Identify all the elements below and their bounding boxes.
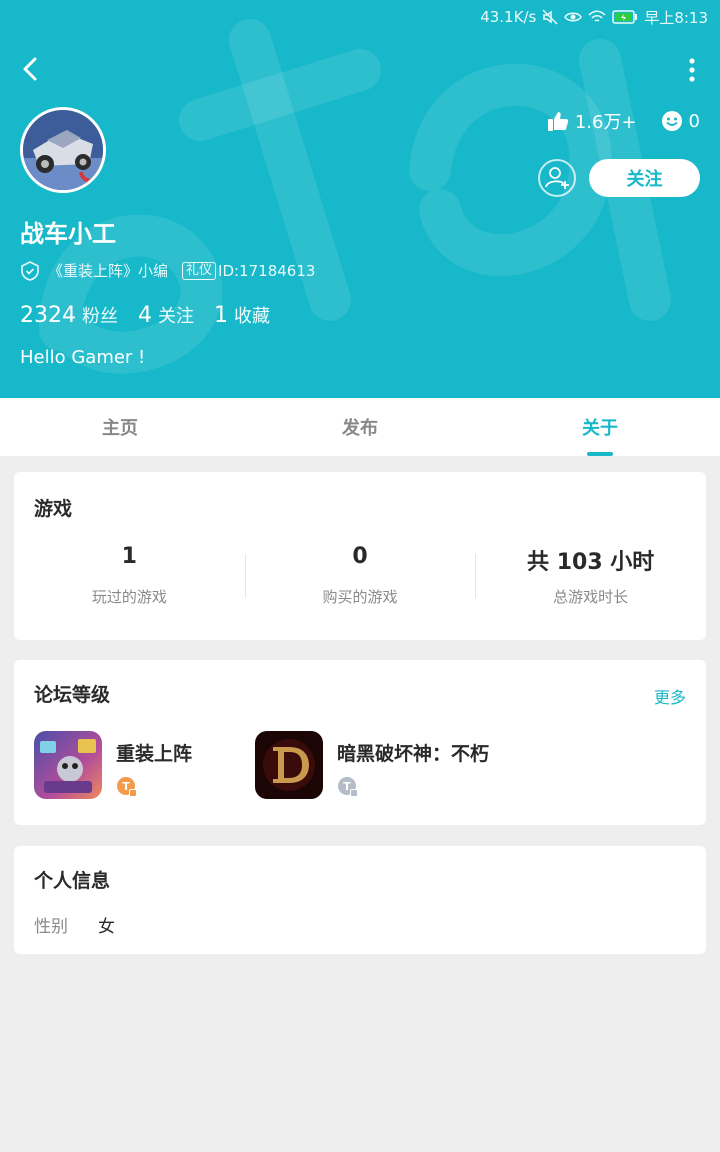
played-games-count: 1 bbox=[121, 544, 137, 569]
forum-item[interactable]: 重装上阵 T bbox=[34, 731, 192, 802]
likes-count: 1.6万+ bbox=[574, 112, 637, 133]
eye-icon bbox=[564, 12, 583, 22]
avatar-vehicle-image bbox=[23, 110, 103, 190]
network-speed: 43.1K/s bbox=[480, 8, 537, 26]
playtime-stat[interactable]: 共 103 小时 总游戏时长 bbox=[475, 544, 706, 607]
thumbs-up-icon bbox=[547, 112, 569, 131]
mute-icon bbox=[542, 9, 558, 25]
forum-game-name: 暗黑破坏神：不朽 bbox=[337, 743, 490, 765]
forum-item[interactable]: 暗黑破坏神：不朽 T bbox=[255, 731, 489, 802]
profile-counts: 2324 粉丝 4 关注 1 收藏 bbox=[20, 302, 290, 328]
clock: 早上8:13 bbox=[644, 8, 708, 27]
fans-count[interactable]: 2324 bbox=[20, 303, 76, 328]
tab-about[interactable]: 关于 bbox=[480, 398, 720, 456]
personal-info-title: 个人信息 bbox=[34, 870, 111, 892]
level-badge-icon: T bbox=[337, 776, 489, 802]
user-id: ID:17184613 bbox=[218, 261, 316, 280]
smiley-icon bbox=[661, 111, 682, 131]
forum-game-name: 重装上阵 bbox=[116, 743, 193, 765]
purchased-games-count: 0 bbox=[352, 544, 368, 569]
games-card: 游戏 1 玩过的游戏 0 购买的游戏 共 103 小时 总游戏时长 bbox=[14, 472, 706, 640]
playtime-label: 总游戏时长 bbox=[553, 588, 629, 606]
add-friend-button[interactable] bbox=[538, 159, 576, 197]
tab-posts[interactable]: 发布 bbox=[240, 398, 480, 456]
fans-label[interactable]: 粉丝 bbox=[82, 302, 118, 328]
back-arrow-icon[interactable] bbox=[16, 54, 46, 84]
etiquette-badge: 礼仪 bbox=[182, 261, 217, 280]
profile-reactions: 1.6万+ 0 bbox=[547, 108, 700, 134]
level-badge-icon: T bbox=[116, 776, 192, 802]
add-user-icon bbox=[545, 167, 569, 189]
gender-label: 性别 bbox=[34, 917, 68, 937]
gender-value: 女 bbox=[98, 917, 115, 937]
wifi-icon bbox=[588, 10, 606, 22]
purchased-games-stat[interactable]: 0 购买的游戏 bbox=[244, 544, 476, 607]
verified-shield-icon bbox=[21, 260, 39, 281]
game-icon-diablo bbox=[255, 731, 323, 799]
role-text: 《重装上阵》小编 bbox=[48, 262, 169, 280]
avatar[interactable] bbox=[20, 107, 106, 193]
tab-home[interactable]: 主页 bbox=[0, 398, 240, 456]
playtime-value: 共 103 小时 bbox=[527, 550, 655, 575]
favorites-label[interactable]: 收藏 bbox=[234, 302, 270, 328]
status-bar: 43.1K/s 早上8:13 bbox=[480, 6, 708, 28]
reactions-group: 0 bbox=[661, 110, 700, 132]
profile-tabs: 主页 发布 关于 bbox=[0, 398, 720, 456]
played-games-stat[interactable]: 1 玩过的游戏 bbox=[14, 544, 245, 607]
forum-level-card: 论坛等级 更多 重装上阵 T 暗黑破坏神：不朽 T bbox=[14, 660, 706, 825]
reactions-count: 0 bbox=[688, 110, 700, 132]
following-label[interactable]: 关注 bbox=[158, 302, 194, 328]
following-count[interactable]: 4 bbox=[138, 303, 152, 328]
likes-group: 1.6万+ bbox=[547, 108, 637, 134]
games-stats: 1 玩过的游戏 0 购买的游戏 共 103 小时 总游戏时长 bbox=[14, 544, 706, 607]
battery-icon bbox=[612, 10, 638, 24]
bio: Hello Gamer ! bbox=[20, 347, 146, 368]
games-title: 游戏 bbox=[34, 498, 73, 520]
profile-header: 43.1K/s 早上8:13 1.6万+ 0 关注 战车小工 《重装上阵》小编 … bbox=[0, 0, 720, 398]
taptap-watermark bbox=[39, 19, 671, 374]
personal-info-card: 个人信息 性别 女 bbox=[14, 846, 706, 954]
favorites-count[interactable]: 1 bbox=[214, 303, 228, 328]
purchased-games-label: 购买的游戏 bbox=[322, 588, 398, 606]
more-link[interactable]: 更多 bbox=[654, 684, 686, 708]
played-games-label: 玩过的游戏 bbox=[91, 588, 167, 606]
more-vertical-icon[interactable] bbox=[686, 56, 698, 84]
role-row: 《重装上阵》小编 礼仪 ID:17184613 bbox=[20, 260, 315, 281]
username: 战车小工 bbox=[20, 220, 116, 248]
game-icon-crossout bbox=[34, 731, 102, 799]
gender-row: 性别 女 bbox=[34, 912, 115, 937]
follow-button[interactable]: 关注 bbox=[589, 159, 700, 197]
forum-level-title: 论坛等级 bbox=[34, 684, 111, 706]
